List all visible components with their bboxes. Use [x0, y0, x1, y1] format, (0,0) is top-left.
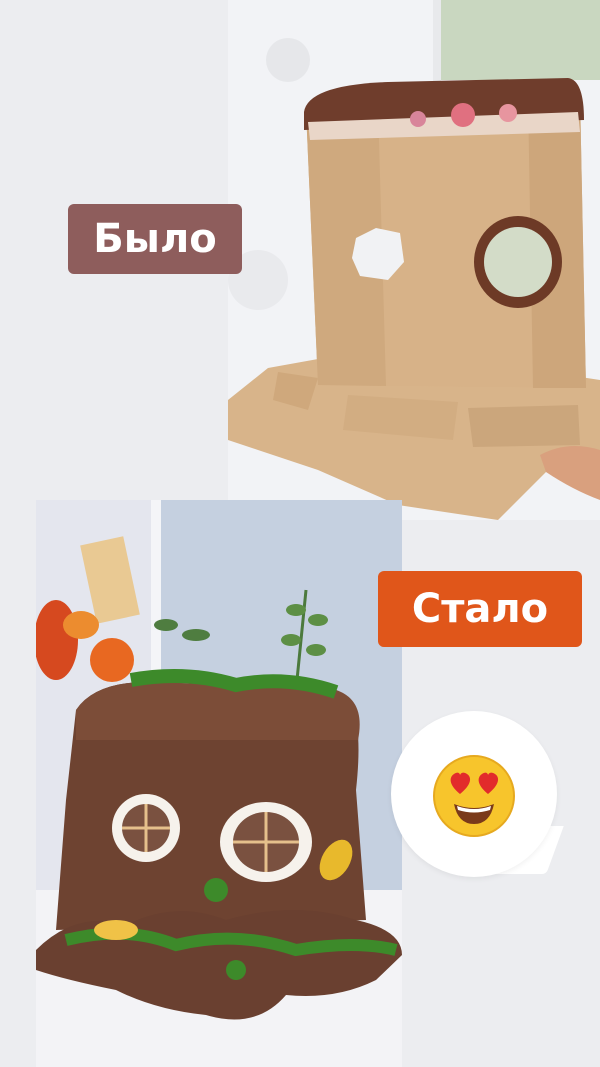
- after-photo: [36, 500, 402, 1067]
- before-label: Было: [68, 204, 242, 274]
- decorated-stump-image: [36, 500, 402, 1067]
- cardboard-stump-image: [228, 0, 600, 520]
- after-label: Стало: [378, 571, 582, 647]
- heart-eyes-face-icon: [432, 754, 516, 838]
- before-photo: [228, 0, 600, 520]
